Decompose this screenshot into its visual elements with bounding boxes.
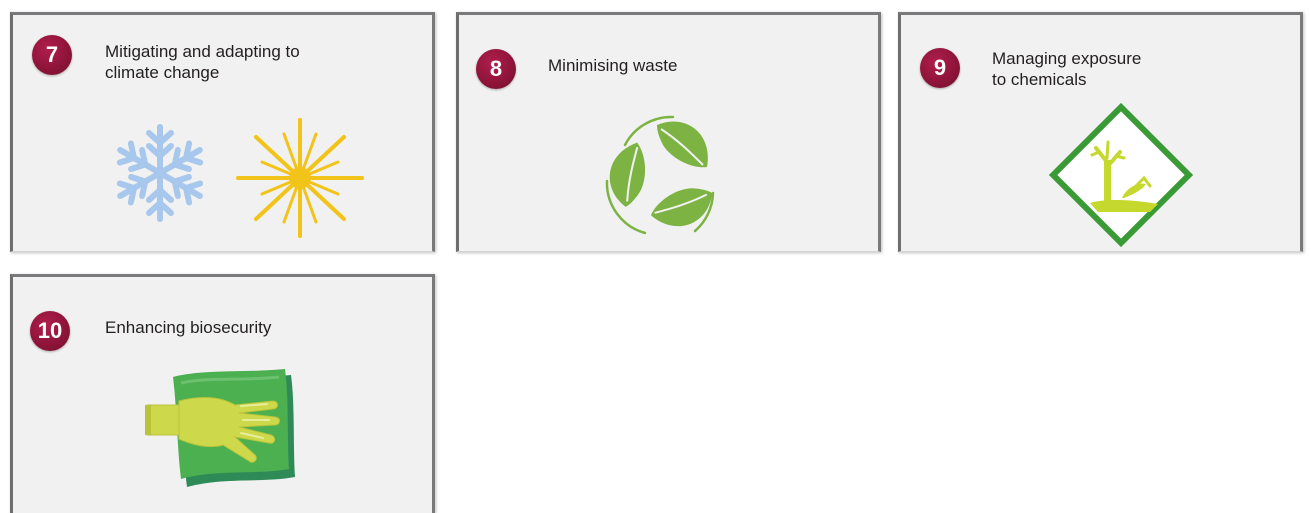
snowflake-icon <box>105 123 215 223</box>
recycle-leaves-icon <box>599 110 731 240</box>
card-number-badge: 10 <box>30 311 70 351</box>
card-number-badge: 8 <box>476 49 516 89</box>
card-title: Enhancing biosecurity <box>105 318 272 337</box>
card-title: Managing exposure to chemicals <box>992 49 1142 89</box>
glove-cloth-icon <box>143 365 303 495</box>
environmental-hazard-icon <box>1046 100 1196 250</box>
card-climate-change: 7 Mitigating and adapting to climate cha… <box>10 12 435 252</box>
card-number-badge: 7 <box>32 35 72 75</box>
card-title: Minimising waste <box>548 56 678 75</box>
card-minimising-waste: 8 Minimising waste <box>456 12 881 252</box>
card-title: Mitigating and adapting to climate chang… <box>105 42 300 82</box>
card-chemicals: 9 Managing exposure to chemicals <box>898 12 1303 252</box>
card-biosecurity: 10 Enhancing biosecurity <box>10 274 435 513</box>
sun-icon <box>235 113 365 243</box>
card-number-badge: 9 <box>920 48 960 88</box>
